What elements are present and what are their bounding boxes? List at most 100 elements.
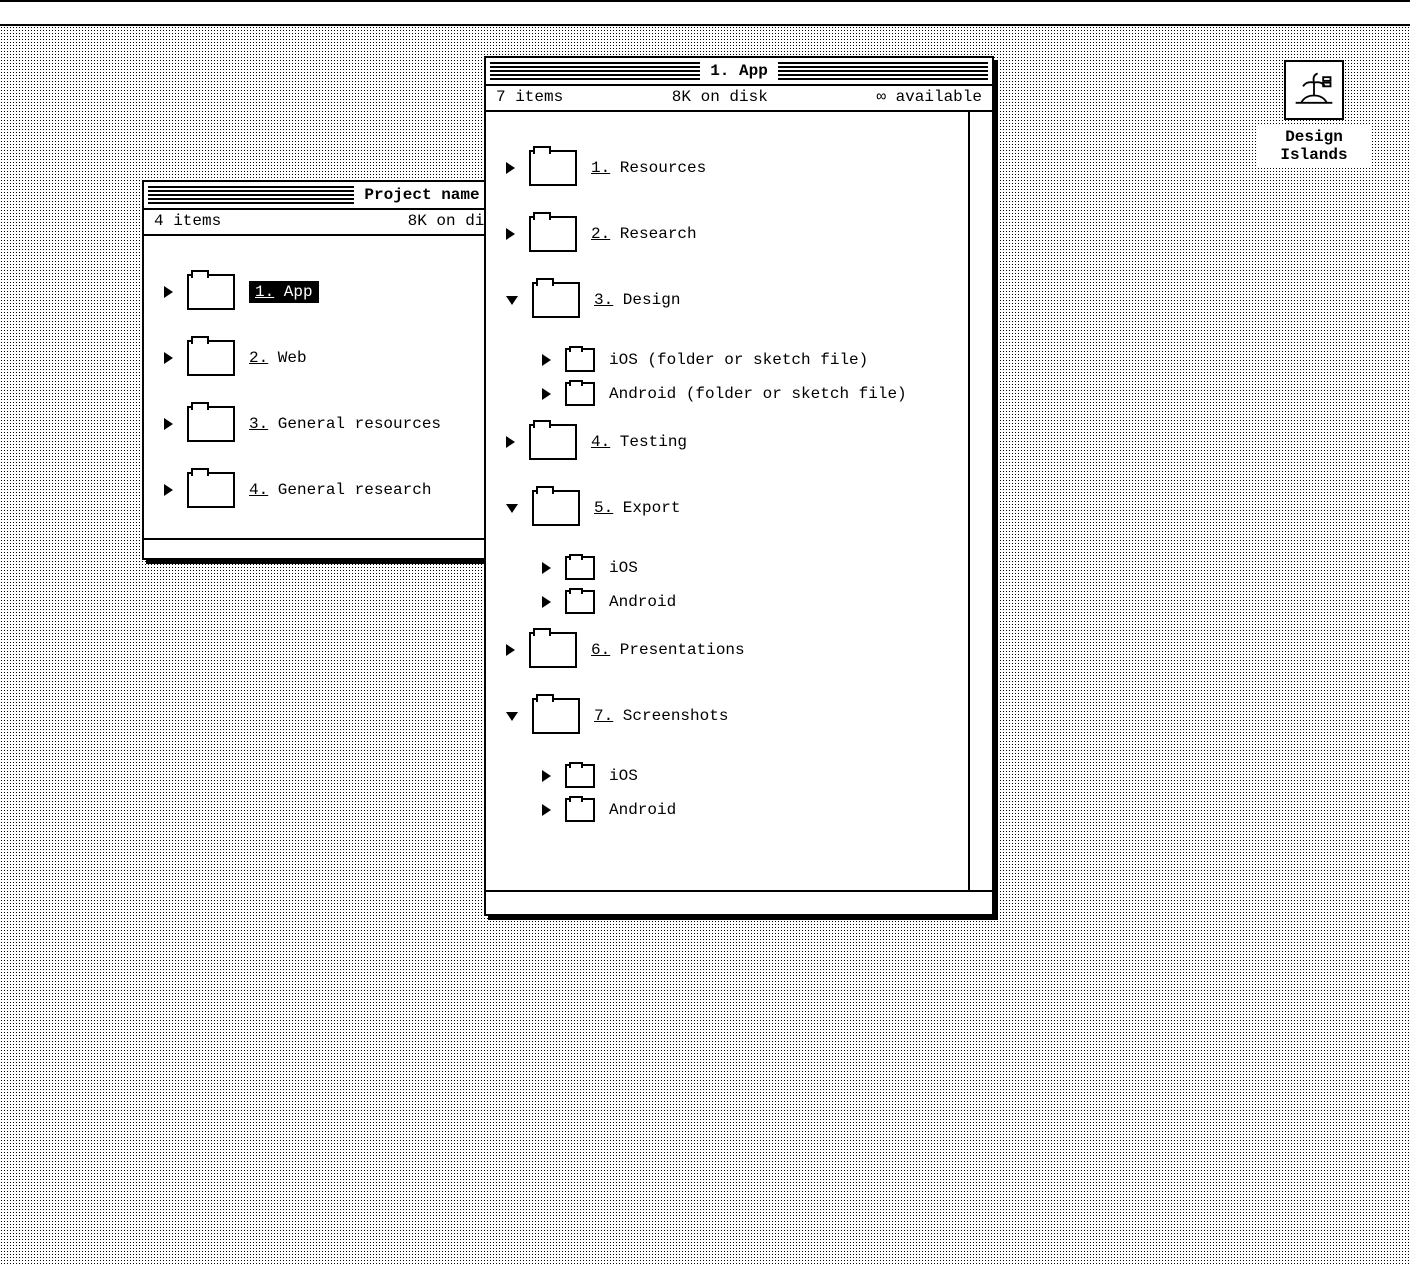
desktop-icon-label: Design Islands — [1258, 126, 1370, 166]
item-number: 1. — [591, 159, 610, 177]
list-item[interactable]: 3. Design — [506, 282, 958, 318]
list-item[interactable]: Android — [506, 590, 958, 614]
folder-icon — [187, 340, 235, 376]
item-number: 4. — [591, 433, 610, 451]
chevron-right-icon[interactable] — [542, 354, 551, 366]
item-name: App — [274, 283, 312, 301]
item-name: Export — [613, 499, 680, 517]
item-label: iOS — [609, 767, 638, 785]
item-name: Presentations — [610, 641, 744, 659]
folder-icon — [565, 556, 595, 580]
chevron-down-icon[interactable] — [506, 504, 518, 513]
list-item[interactable]: iOS (folder or sketch file) — [506, 348, 958, 372]
list-item[interactable]: 6. Presentations — [506, 632, 958, 668]
list-item[interactable]: 5. Export — [506, 490, 958, 526]
item-number: 3. — [594, 291, 613, 309]
item-label: 1. App — [249, 281, 319, 303]
item-label: 4. General research — [249, 481, 431, 499]
item-number: 6. — [591, 641, 610, 659]
folder-icon — [529, 216, 577, 252]
item-label: Android (folder or sketch file) — [609, 385, 907, 403]
item-label: Android — [609, 801, 676, 819]
island-icon — [1284, 60, 1344, 120]
list-item[interactable]: iOS — [506, 764, 958, 788]
folder-icon — [565, 382, 595, 406]
titlebar[interactable]: 1. App — [486, 58, 992, 86]
list-item[interactable]: Android — [506, 798, 958, 822]
list-item[interactable]: 2. Research — [506, 216, 958, 252]
item-name: Resources — [610, 159, 706, 177]
item-number: 2. — [249, 349, 268, 367]
list-item[interactable]: 7. Screenshots — [506, 698, 958, 734]
item-label: 1. Resources — [591, 159, 706, 177]
disk-usage: 8K on disk — [672, 88, 768, 106]
info-bar: 7 items 8K on disk ∞ available — [486, 86, 992, 112]
chevron-right-icon[interactable] — [542, 388, 551, 400]
desktop-icon-design-islands[interactable]: Design Islands — [1258, 60, 1370, 166]
item-number: 4. — [249, 481, 268, 499]
folder-icon — [532, 490, 580, 526]
item-label: 2. Research — [591, 225, 697, 243]
item-name: General research — [268, 481, 431, 499]
scrollbar-horizontal[interactable] — [486, 890, 992, 914]
list-item[interactable]: iOS — [506, 556, 958, 580]
item-number: 3. — [249, 415, 268, 433]
folder-icon — [532, 282, 580, 318]
menu-bar[interactable] — [0, 0, 1410, 26]
list-item[interactable]: 1. Resources — [506, 150, 958, 186]
item-count: 4 items — [154, 212, 221, 230]
window-app[interactable]: 1. App 7 items 8K on disk ∞ available 1.… — [484, 56, 994, 916]
scrollbar-vertical[interactable] — [968, 112, 992, 892]
folder-icon — [565, 764, 595, 788]
item-label: iOS — [609, 559, 638, 577]
item-number: 1. — [255, 283, 274, 301]
chevron-right-icon[interactable] — [506, 228, 515, 240]
item-label: 6. Presentations — [591, 641, 745, 659]
chevron-right-icon[interactable] — [542, 804, 551, 816]
item-name: Web — [268, 349, 306, 367]
item-name: General resources — [268, 415, 441, 433]
item-count: 7 items — [496, 88, 563, 106]
item-label: 5. Export — [594, 499, 680, 517]
list-item[interactable]: Android (folder or sketch file) — [506, 382, 958, 406]
folder-icon — [187, 274, 235, 310]
item-label: 3. Design — [594, 291, 680, 309]
item-label: 3. General resources — [249, 415, 441, 433]
folder-icon — [529, 632, 577, 668]
chevron-down-icon[interactable] — [506, 712, 518, 721]
chevron-right-icon[interactable] — [542, 770, 551, 782]
folder-icon — [187, 406, 235, 442]
folder-icon — [532, 698, 580, 734]
item-label: Android — [609, 593, 676, 611]
chevron-down-icon[interactable] — [506, 296, 518, 305]
chevron-right-icon[interactable] — [506, 162, 515, 174]
item-number: 7. — [594, 707, 613, 725]
window-title: Project name — [354, 186, 489, 204]
chevron-right-icon[interactable] — [506, 436, 515, 448]
chevron-right-icon[interactable] — [542, 596, 551, 608]
chevron-right-icon[interactable] — [542, 562, 551, 574]
folder-icon — [187, 472, 235, 508]
folder-icon — [565, 590, 595, 614]
window-content[interactable]: 1. Resources 2. Research 3. Design iOS (fol… — [486, 112, 992, 852]
chevron-right-icon[interactable] — [164, 484, 173, 496]
item-label: 7. Screenshots — [594, 707, 728, 725]
window-title: 1. App — [700, 62, 778, 80]
folder-icon — [529, 424, 577, 460]
chevron-right-icon[interactable] — [506, 644, 515, 656]
disk-available: ∞ available — [876, 88, 982, 106]
item-name: Research — [610, 225, 696, 243]
chevron-right-icon[interactable] — [164, 352, 173, 364]
chevron-right-icon[interactable] — [164, 418, 173, 430]
chevron-right-icon[interactable] — [164, 286, 173, 298]
list-item[interactable]: 4. Testing — [506, 424, 958, 460]
item-name: Screenshots — [613, 707, 728, 725]
item-number: 5. — [594, 499, 613, 517]
item-label: iOS (folder or sketch file) — [609, 351, 868, 369]
item-label: 2. Web — [249, 349, 307, 367]
item-name: Testing — [610, 433, 687, 451]
folder-icon — [565, 348, 595, 372]
item-label: 4. Testing — [591, 433, 687, 451]
folder-icon — [529, 150, 577, 186]
folder-icon — [565, 798, 595, 822]
